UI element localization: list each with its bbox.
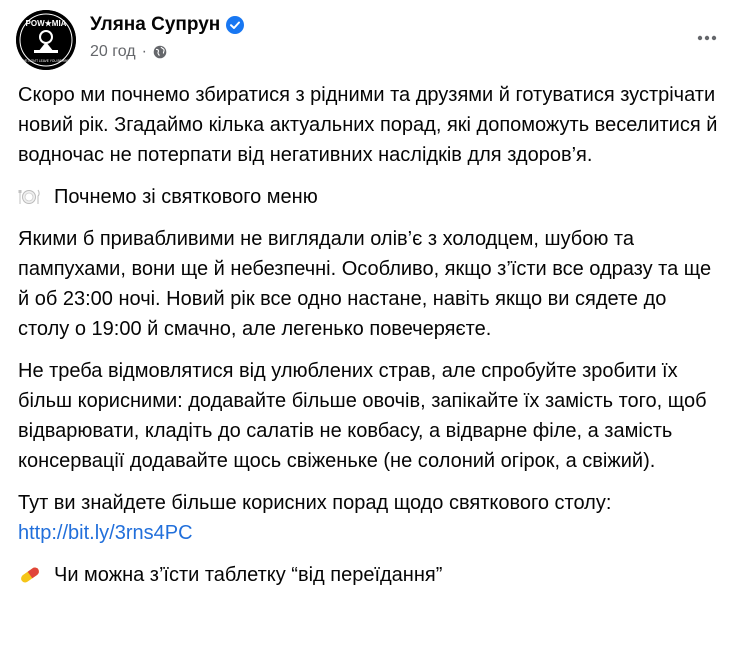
pill-icon [18, 564, 40, 586]
tips-text: Тут ви знайдете більше корисних порад що… [18, 492, 612, 514]
paragraph-intro: Скоро ми почнемо збиратися з рідними та … [18, 84, 718, 166]
avatar-text-top: POW★MIA [26, 19, 67, 28]
verified-badge-icon [226, 16, 245, 34]
paragraph-olivier: Якими б привабливими не виглядали олів’є… [18, 228, 712, 340]
section-heading-text: Почнемо зі святкового меню [54, 186, 318, 208]
author-row: Уляна Супрун [90, 14, 245, 36]
post-body: Скоро ми почнемо збиратися з рідними та … [18, 80, 721, 602]
plate-icon [18, 186, 40, 208]
paragraph-tips: Тут ви знайдете більше корисних порад що… [18, 488, 721, 548]
tips-link[interactable]: http://bit.ly/3rns4PC [18, 522, 193, 544]
paragraph-healthy: Не треба відмовлятися від улюблених стра… [18, 360, 707, 472]
author-name[interactable]: Уляна Супрун [90, 14, 220, 36]
meta-separator: · [141, 43, 147, 60]
more-options-button[interactable] [689, 24, 725, 52]
avatar-text-bottom: WE DON'T LEAVE YOU BEHIND [22, 59, 70, 63]
avatar[interactable]: POW★MIA WE DON'T LEAVE YOU BEHIND [16, 10, 76, 70]
post-header: POW★MIA WE DON'T LEAVE YOU BEHIND Уляна … [16, 10, 725, 70]
section-heading-pill: Чи можна з’їсти таблетку “від переїдання… [18, 560, 721, 590]
section-heading-pill-text: Чи можна з’їсти таблетку “від переїдання… [54, 564, 443, 586]
facebook-post: POW★MIA WE DON'T LEAVE YOU BEHIND Уляна … [0, 0, 741, 670]
globe-icon [153, 45, 167, 59]
post-meta: 20 год · [90, 43, 167, 61]
section-heading-menu: Почнемо зі святкового меню [18, 182, 721, 212]
ellipsis-icon [697, 35, 717, 41]
pow-mia-logo: POW★MIA WE DON'T LEAVE YOU BEHIND [16, 10, 76, 70]
post-time[interactable]: 20 год [90, 43, 136, 61]
